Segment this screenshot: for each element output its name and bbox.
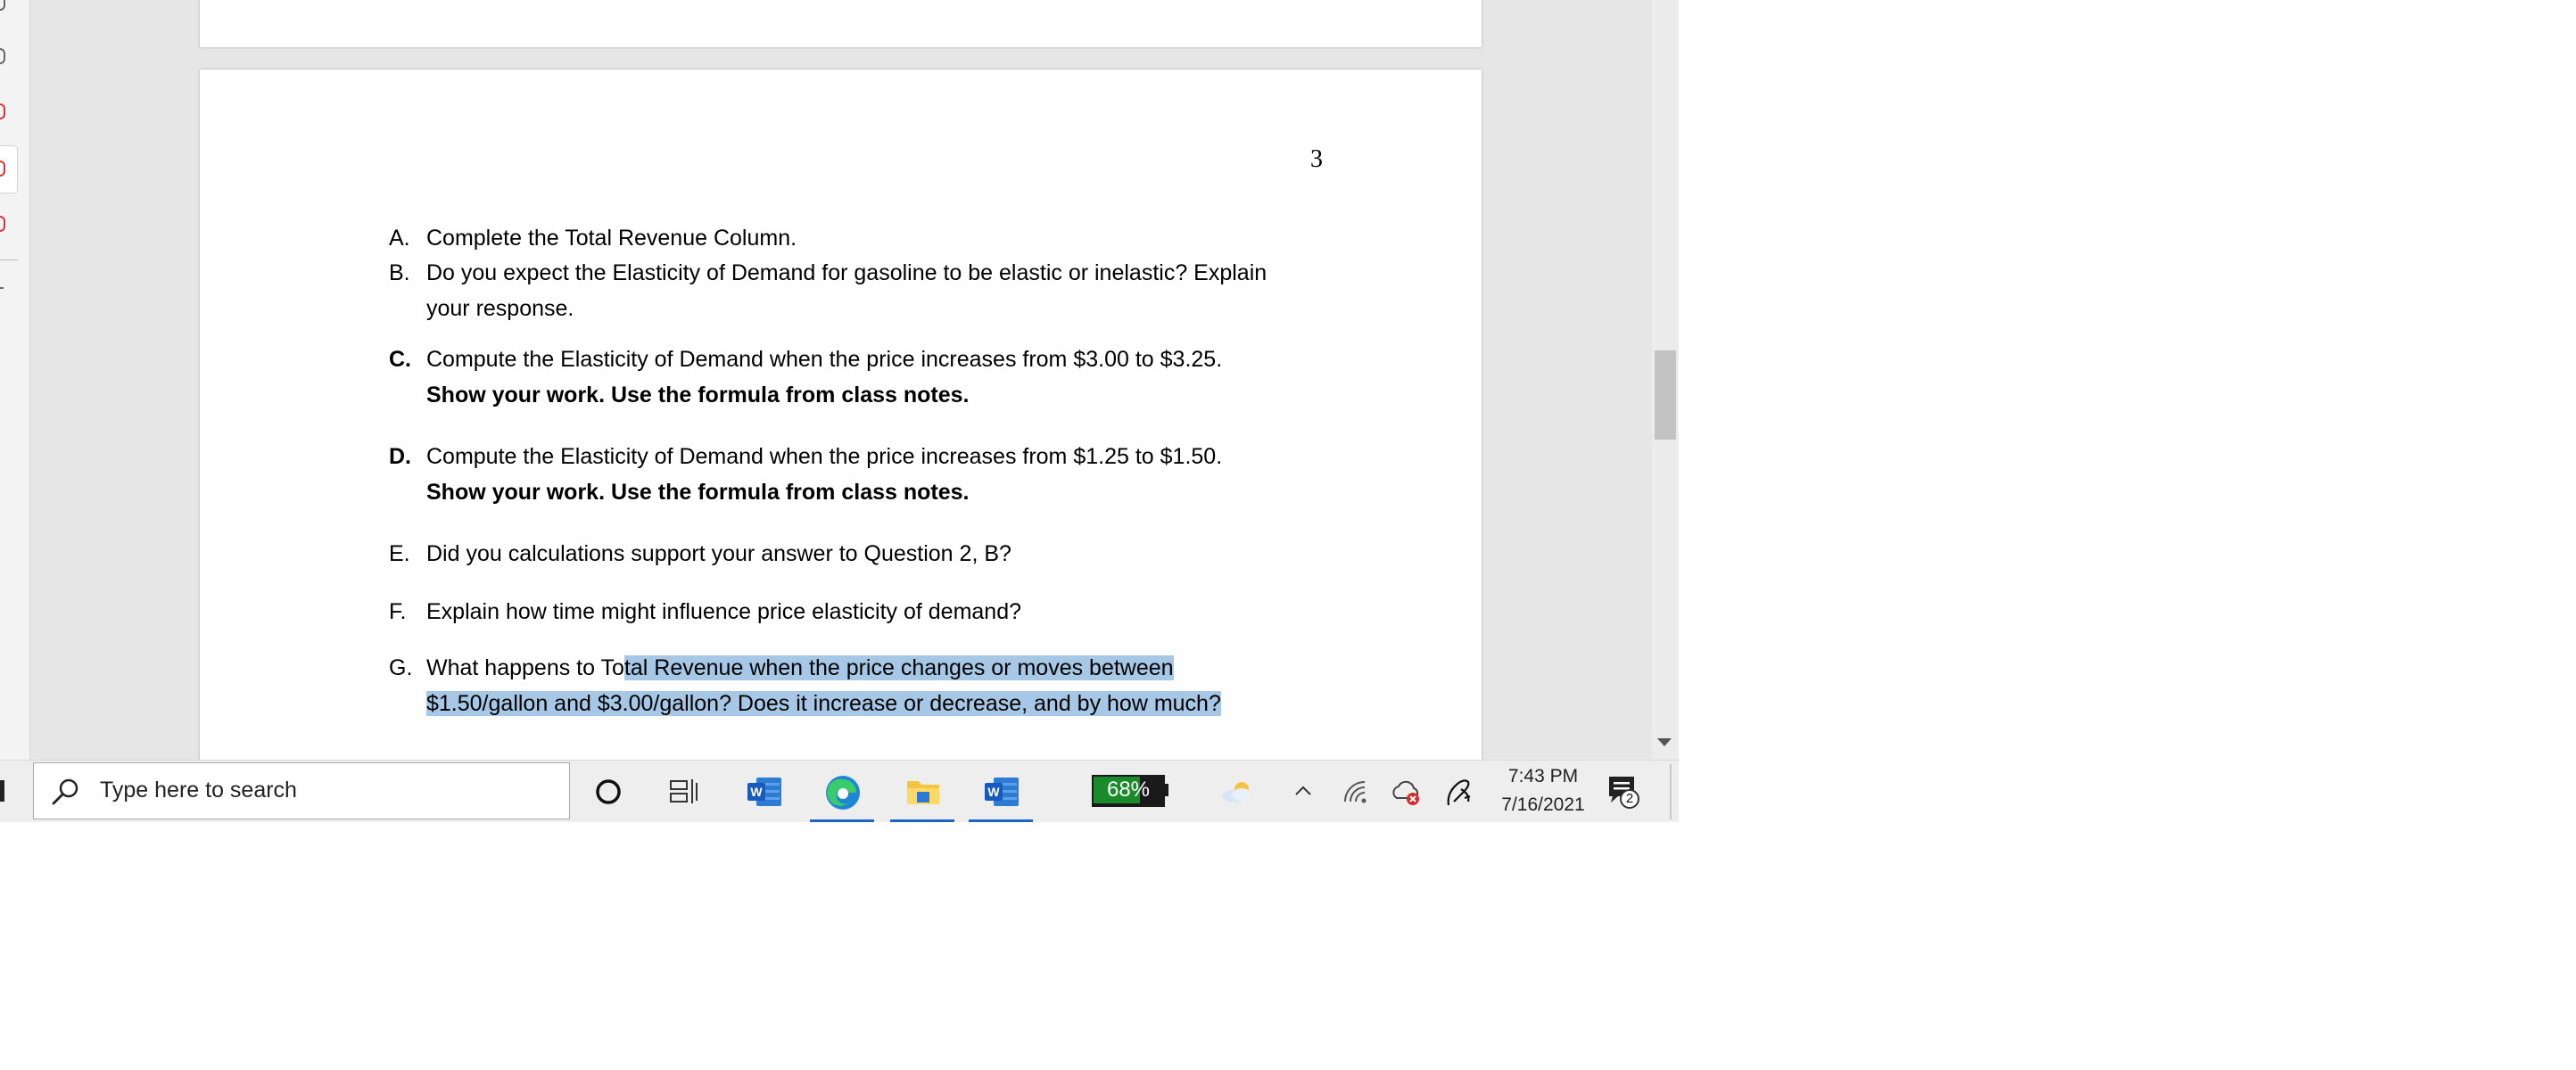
- task-view-icon: [670, 779, 698, 803]
- task-view-button[interactable]: [648, 761, 719, 822]
- word-taskbar-button[interactable]: W: [728, 761, 799, 822]
- page-number: 3: [1310, 145, 1323, 173]
- cloud-sync-error-icon[interactable]: [1390, 778, 1422, 807]
- question-instruction: Show your work. Use the formula from cla…: [426, 480, 970, 505]
- selected-text[interactable]: $1.50/gallon and $3.00/gallon? Does it i…: [426, 691, 1221, 716]
- svg-text:W: W: [750, 785, 763, 799]
- selected-text[interactable]: tal Revenue when the price changes or mo…: [623, 655, 1174, 680]
- question-letter: E.: [389, 541, 410, 566]
- taskbar: Type here to search W W 68% 7:43 PM 7/16…: [0, 760, 1679, 822]
- clock-date[interactable]: 7/16/2021: [1485, 794, 1601, 816]
- notification-count-badge: 2: [1620, 789, 1639, 809]
- svg-text:W: W: [987, 785, 1000, 799]
- nav-pane-icon[interactable]: [0, 0, 5, 11]
- cortana-button[interactable]: [573, 761, 644, 822]
- question-text: $1.50/gallon and $3.00/gallon? Does it i…: [426, 686, 1221, 721]
- document-page[interactable]: 3 A. Complete the Total Revenue Column. …: [200, 70, 1482, 822]
- search-placeholder: Type here to search: [100, 778, 297, 802]
- comment-marker-icon[interactable]: [0, 216, 5, 232]
- active-app-indicator: [810, 819, 874, 822]
- question-text: your response.: [426, 296, 574, 321]
- question-text-plain: What happens to To: [426, 655, 624, 680]
- question-letter: G.: [389, 655, 413, 680]
- word-icon: W: [985, 778, 1019, 806]
- battery-indicator[interactable]: 68%: [1092, 775, 1168, 807]
- edge-icon: [826, 776, 860, 810]
- active-app-indicator: [969, 819, 1033, 822]
- question-text: Compute the Elasticity of Demand when th…: [426, 444, 1223, 469]
- word-taskbar-button-active[interactable]: W: [965, 761, 1036, 822]
- navigation-pane-strip[interactable]: [0, 0, 30, 760]
- comment-marker-icon[interactable]: [0, 103, 5, 119]
- nav-pane-dash: [0, 287, 4, 289]
- question-letter: F.: [389, 599, 407, 624]
- question-letter: C.: [389, 347, 411, 372]
- battery-percent: 68%: [1106, 778, 1151, 802]
- scrollbar-thumb[interactable]: [1655, 350, 1676, 440]
- question-letter: A.: [389, 226, 410, 251]
- question-letter: D.: [389, 444, 411, 469]
- question-letter: B.: [389, 260, 410, 285]
- nav-pane-divider: [0, 259, 18, 260]
- wifi-icon[interactable]: [1342, 778, 1372, 805]
- battery-terminal: [1165, 784, 1168, 796]
- chevron-up-icon[interactable]: [1293, 782, 1313, 800]
- start-button-edge[interactable]: [0, 780, 4, 802]
- question-text: Complete the Total Revenue Column.: [426, 226, 797, 251]
- screen: 3 A. Complete the Total Revenue Column. …: [0, 0, 1679, 822]
- question-text: Compute the Elasticity of Demand when th…: [426, 347, 1223, 372]
- cortana-icon: [596, 779, 621, 804]
- pen-icon[interactable]: [1443, 775, 1475, 809]
- file-explorer-icon: [907, 781, 939, 804]
- question-text: Explain how time might influence price e…: [426, 599, 1022, 624]
- question-instruction: Show your work. Use the formula from cla…: [426, 383, 970, 407]
- scroll-down-arrow-icon[interactable]: [1657, 738, 1672, 746]
- taskbar-search-box[interactable]: Type here to search: [33, 762, 570, 819]
- weather-icon[interactable]: [1218, 778, 1258, 805]
- active-app-indicator: [890, 819, 954, 822]
- vertical-scrollbar[interactable]: [1652, 0, 1679, 760]
- question-text: What happens to Total Revenue when the p…: [426, 650, 1174, 686]
- file-explorer-taskbar-button[interactable]: [887, 761, 958, 822]
- question-text: Did you calculations support your answer…: [426, 541, 1011, 566]
- action-center-button[interactable]: 2: [1606, 773, 1647, 814]
- nav-pane-icon[interactable]: [0, 48, 5, 64]
- edge-taskbar-button[interactable]: [806, 761, 878, 822]
- word-icon: W: [747, 778, 781, 806]
- question-text: Do you expect the Elasticity of Demand f…: [426, 260, 1267, 285]
- show-desktop-divider[interactable]: [1670, 764, 1672, 819]
- previous-page: [200, 0, 1482, 47]
- clock-time[interactable]: 7:43 PM: [1485, 766, 1601, 787]
- search-icon: [52, 778, 78, 805]
